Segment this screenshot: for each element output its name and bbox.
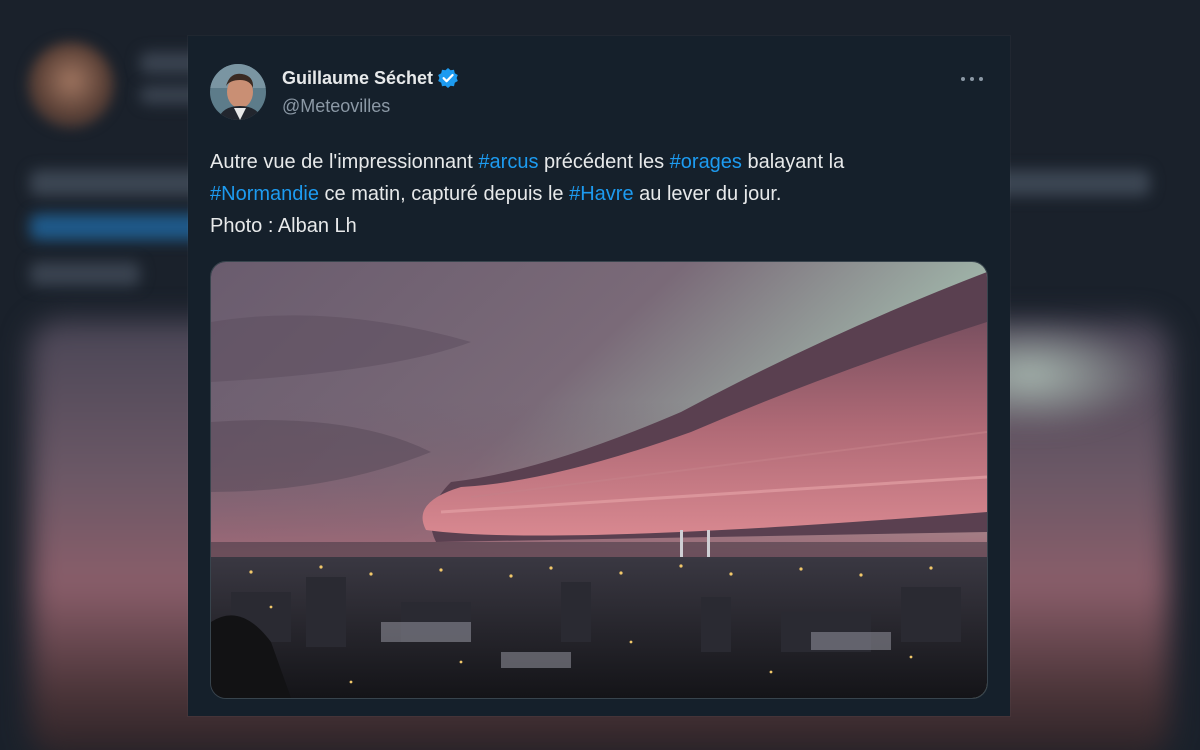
hashtag-normandie[interactable]: #Normandie xyxy=(210,183,319,205)
storm-photo-illustration xyxy=(211,262,987,698)
tweet-text-part: ce matin, capturé depuis le xyxy=(318,183,570,205)
tweet-card: Guillaume Séchet @Meteovilles Autre vue … xyxy=(188,36,1010,716)
background-avatar xyxy=(28,42,114,128)
tweet-photo[interactable] xyxy=(210,261,988,699)
background-bar xyxy=(30,262,140,286)
tweet-text: Autre vue de l'impressionnant #arcus pré… xyxy=(210,146,995,242)
more-options-icon[interactable] xyxy=(960,68,984,88)
author-name-row: Guillaume Séchet xyxy=(282,67,459,89)
author-name[interactable]: Guillaume Séchet xyxy=(282,68,433,89)
tweet-text-part: au lever du jour. xyxy=(633,183,782,205)
tweet-text-part: précédent les xyxy=(538,151,670,173)
tweet-text-part: balayant la xyxy=(741,151,845,173)
tweet-text-part: Autre vue de l'impressionnant xyxy=(210,151,479,173)
author-handle[interactable]: @Meteovilles xyxy=(282,96,390,117)
photo-credit: Photo : Alban Lh xyxy=(210,215,357,237)
verified-badge-icon xyxy=(437,67,459,89)
author-avatar[interactable] xyxy=(210,64,266,120)
hashtag-orages[interactable]: #orages xyxy=(670,151,742,173)
hashtag-arcus[interactable]: #arcus xyxy=(478,151,538,173)
hashtag-havre[interactable]: #Havre xyxy=(569,183,633,205)
